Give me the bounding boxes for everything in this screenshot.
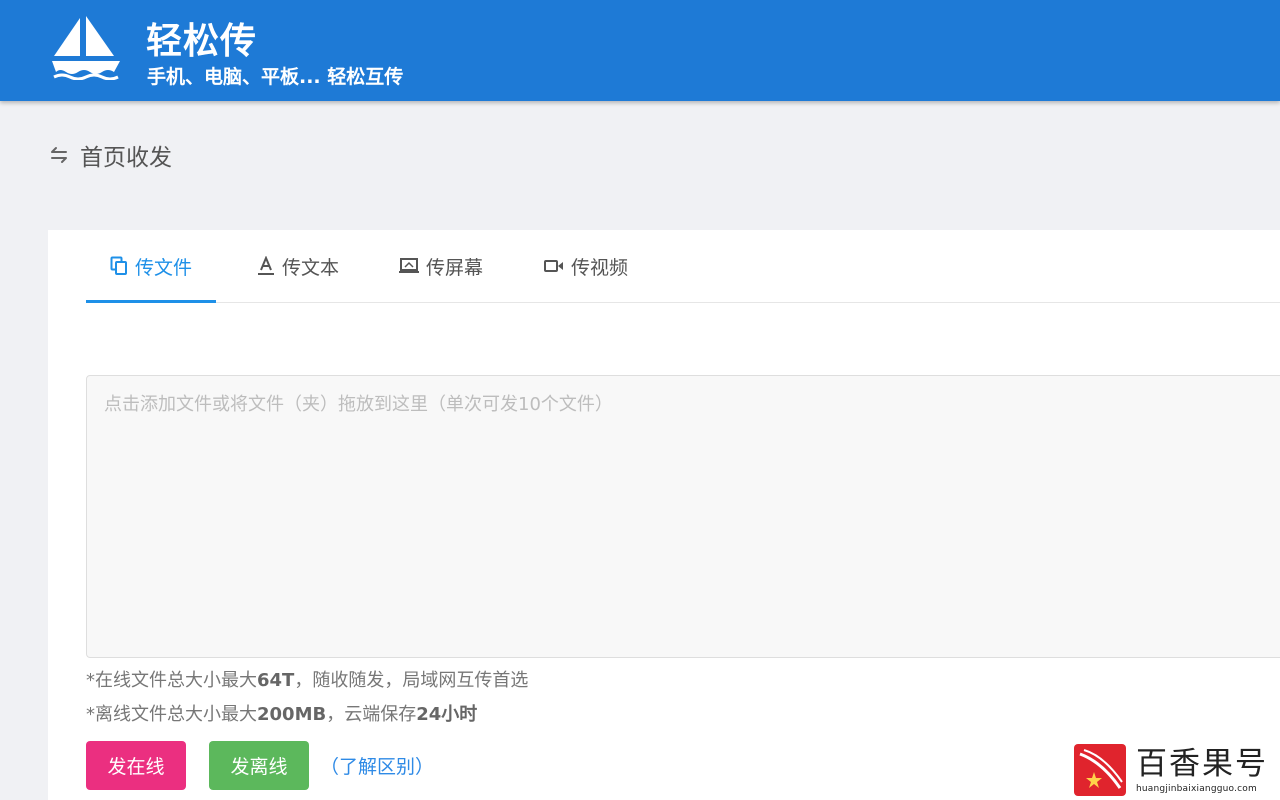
learn-difference-link[interactable]: （了解区别） bbox=[320, 752, 434, 779]
watermark-url: huangjinbaixiangguo.com bbox=[1136, 784, 1257, 794]
screen-icon bbox=[399, 258, 419, 273]
watermark-logo bbox=[1074, 744, 1126, 796]
offline-limit-note: *离线文件总大小最大200MB，云端保存24小时 bbox=[86, 700, 477, 726]
send-online-button[interactable]: 发在线 bbox=[86, 741, 186, 790]
offline-size-limit: 200MB bbox=[257, 704, 327, 725]
transfer-card: 传文件 传文本 传屏幕 传视频 点击添加文件或将文件（夹）拖放到这里（单次可发1… bbox=[48, 230, 1280, 800]
watermark: 百香果号 huangjinbaixiangguo.com bbox=[1074, 744, 1274, 796]
app-subtitle: 手机、电脑、平板... 轻松互传 bbox=[147, 66, 404, 88]
online-size-limit: 64T bbox=[257, 670, 295, 691]
file-dropzone[interactable]: 点击添加文件或将文件（夹）拖放到这里（单次可发10个文件） bbox=[86, 375, 1280, 658]
tab-label: 传文本 bbox=[282, 256, 340, 279]
tab-label: 传屏幕 bbox=[426, 256, 484, 279]
tab-send-screen[interactable]: 传屏幕 bbox=[399, 230, 483, 302]
offline-retention: 24小时 bbox=[416, 704, 478, 725]
app-header: 轻松传 手机、电脑、平板... 轻松互传 bbox=[0, 0, 1280, 101]
send-offline-button[interactable]: 发离线 bbox=[209, 741, 309, 790]
dropzone-placeholder: 点击添加文件或将文件（夹）拖放到这里（单次可发10个文件） bbox=[104, 394, 613, 415]
swap-icon bbox=[51, 147, 67, 163]
note-text: ，随收随发，局域网互传首选 bbox=[294, 670, 529, 691]
video-camera-icon bbox=[544, 260, 563, 272]
note-text: *在线文件总大小最大 bbox=[86, 670, 257, 691]
tab-send-file[interactable]: 传文件 bbox=[85, 230, 217, 303]
note-text: *离线文件总大小最大 bbox=[86, 704, 257, 725]
tab-label: 传视频 bbox=[571, 256, 629, 279]
text-icon bbox=[258, 256, 274, 275]
shooting-star-icon bbox=[1079, 749, 1123, 789]
app-title: 轻松传 bbox=[146, 21, 258, 62]
note-text: ，云端保存 bbox=[326, 704, 417, 725]
online-limit-note: *在线文件总大小最大64T，随收随发，局域网互传首选 bbox=[86, 666, 528, 692]
file-copy-icon bbox=[110, 256, 127, 275]
sailboat-logo-icon bbox=[52, 16, 120, 80]
tab-send-video[interactable]: 传视频 bbox=[544, 230, 628, 302]
watermark-name: 百香果号 bbox=[1136, 746, 1268, 782]
tab-label: 传文件 bbox=[135, 256, 193, 279]
breadcrumb: 首页收发 bbox=[48, 138, 172, 172]
breadcrumb-label: 首页收发 bbox=[80, 145, 172, 171]
tab-send-text[interactable]: 传文本 bbox=[257, 230, 339, 302]
tab-bar: 传文件 传文本 传屏幕 传视频 bbox=[85, 230, 1280, 303]
